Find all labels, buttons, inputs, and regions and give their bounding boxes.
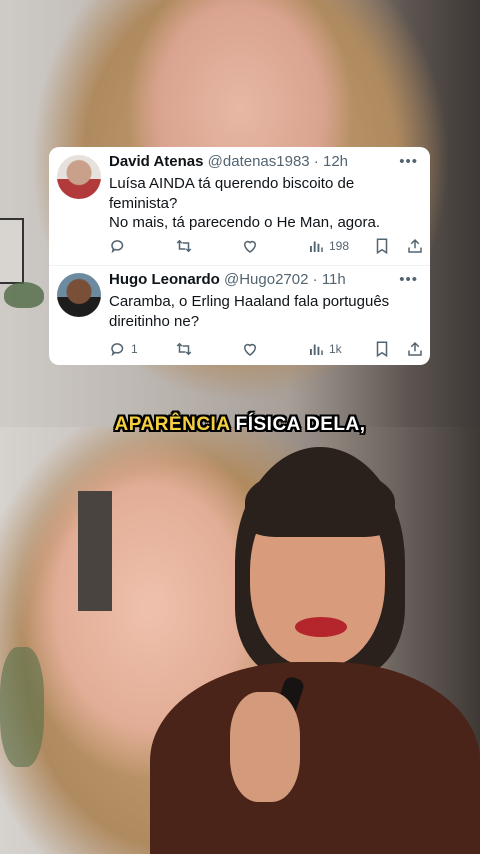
tweet-text: Caramba, o Erling Haaland fala português… bbox=[109, 292, 409, 331]
like-button[interactable] bbox=[241, 236, 259, 256]
tweet-actions: 198 bbox=[109, 236, 425, 256]
caption-highlight: APARÊNCIA bbox=[114, 414, 230, 435]
retweet-button[interactable] bbox=[175, 236, 193, 256]
tweet-text: Luísa AINDA tá querendo biscoito de femi… bbox=[109, 174, 409, 233]
reply-button[interactable] bbox=[109, 236, 131, 256]
views-button[interactable]: 1k bbox=[307, 339, 342, 359]
retweet-button[interactable] bbox=[175, 339, 193, 359]
like-button[interactable] bbox=[241, 339, 259, 359]
plant-decor bbox=[4, 282, 44, 308]
plant-decor bbox=[0, 647, 44, 767]
views-count: 1k bbox=[329, 342, 342, 356]
views-icon bbox=[310, 344, 323, 355]
caption-text: FÍSICA DELA, bbox=[235, 414, 366, 435]
share-icon bbox=[408, 238, 422, 253]
wall-frame bbox=[0, 218, 24, 284]
author-handle[interactable]: @datenas1983 bbox=[208, 153, 310, 170]
tweet-text-line: Caramba, o Erling Haaland fala português bbox=[109, 293, 390, 310]
tweet-card: David Atenas @datenas1983 · 12h ••• Luís… bbox=[49, 147, 430, 365]
bookmark-icon bbox=[376, 238, 388, 255]
reply-icon bbox=[111, 240, 124, 254]
share-button[interactable] bbox=[406, 236, 424, 256]
more-icon[interactable]: ••• bbox=[399, 271, 418, 288]
video-frame-bottom bbox=[0, 427, 480, 854]
like-icon bbox=[243, 240, 257, 253]
reply-button[interactable]: 1 bbox=[109, 339, 138, 359]
presenter-shirt bbox=[150, 662, 480, 854]
author-handle[interactable]: @Hugo2702 bbox=[224, 271, 308, 288]
presenter-lips bbox=[295, 617, 347, 637]
presenter-bangs bbox=[245, 467, 395, 537]
tweet-header: Hugo Leonardo @Hugo2702 · 11h bbox=[109, 271, 346, 288]
tweet-text-line: feminista? bbox=[109, 194, 178, 212]
author-name[interactable]: David Atenas bbox=[109, 153, 203, 170]
tweet-text-line: No mais, tá parecendo o He Man, agora. bbox=[109, 214, 380, 231]
share-button[interactable] bbox=[406, 339, 424, 359]
tweet-time[interactable]: 12h bbox=[323, 153, 348, 170]
views-icon bbox=[310, 241, 323, 252]
presenter-hand bbox=[230, 692, 300, 802]
tweet-text-line: Luísa AINDA tá querendo biscoito de bbox=[109, 175, 355, 192]
tweet-time[interactable]: 11h bbox=[322, 271, 346, 288]
views-button[interactable]: 198 bbox=[307, 236, 349, 256]
retweet-icon bbox=[176, 342, 192, 356]
reply-count: 1 bbox=[131, 342, 138, 356]
separator-dot: · bbox=[309, 153, 323, 170]
tweet-actions: 1 1k bbox=[109, 339, 425, 359]
views-count: 198 bbox=[329, 239, 350, 253]
bookmark-button[interactable] bbox=[373, 339, 391, 359]
bookmark-icon bbox=[376, 341, 388, 358]
presenter-figure bbox=[150, 447, 480, 854]
more-icon[interactable]: ••• bbox=[399, 153, 418, 170]
tweet[interactable]: David Atenas @datenas1983 · 12h ••• Luís… bbox=[49, 147, 430, 266]
separator-dot: · bbox=[308, 271, 322, 288]
tweet-text-line: direitinho ne? bbox=[109, 312, 200, 330]
like-icon bbox=[243, 343, 257, 356]
video-caption: APARÊNCIA FÍSICA DELA, bbox=[0, 414, 480, 436]
author-name[interactable]: Hugo Leonardo bbox=[109, 271, 220, 288]
tweet[interactable]: Hugo Leonardo @Hugo2702 · 11h ••• Caramb… bbox=[49, 265, 430, 365]
tweet-header: David Atenas @datenas1983 · 12h bbox=[109, 153, 348, 170]
avatar[interactable] bbox=[57, 155, 101, 199]
retweet-icon bbox=[176, 239, 192, 253]
share-icon bbox=[408, 341, 422, 356]
bookmark-button[interactable] bbox=[373, 236, 391, 256]
avatar[interactable] bbox=[57, 273, 101, 317]
wall-frame bbox=[78, 491, 112, 611]
reply-icon bbox=[111, 343, 124, 357]
